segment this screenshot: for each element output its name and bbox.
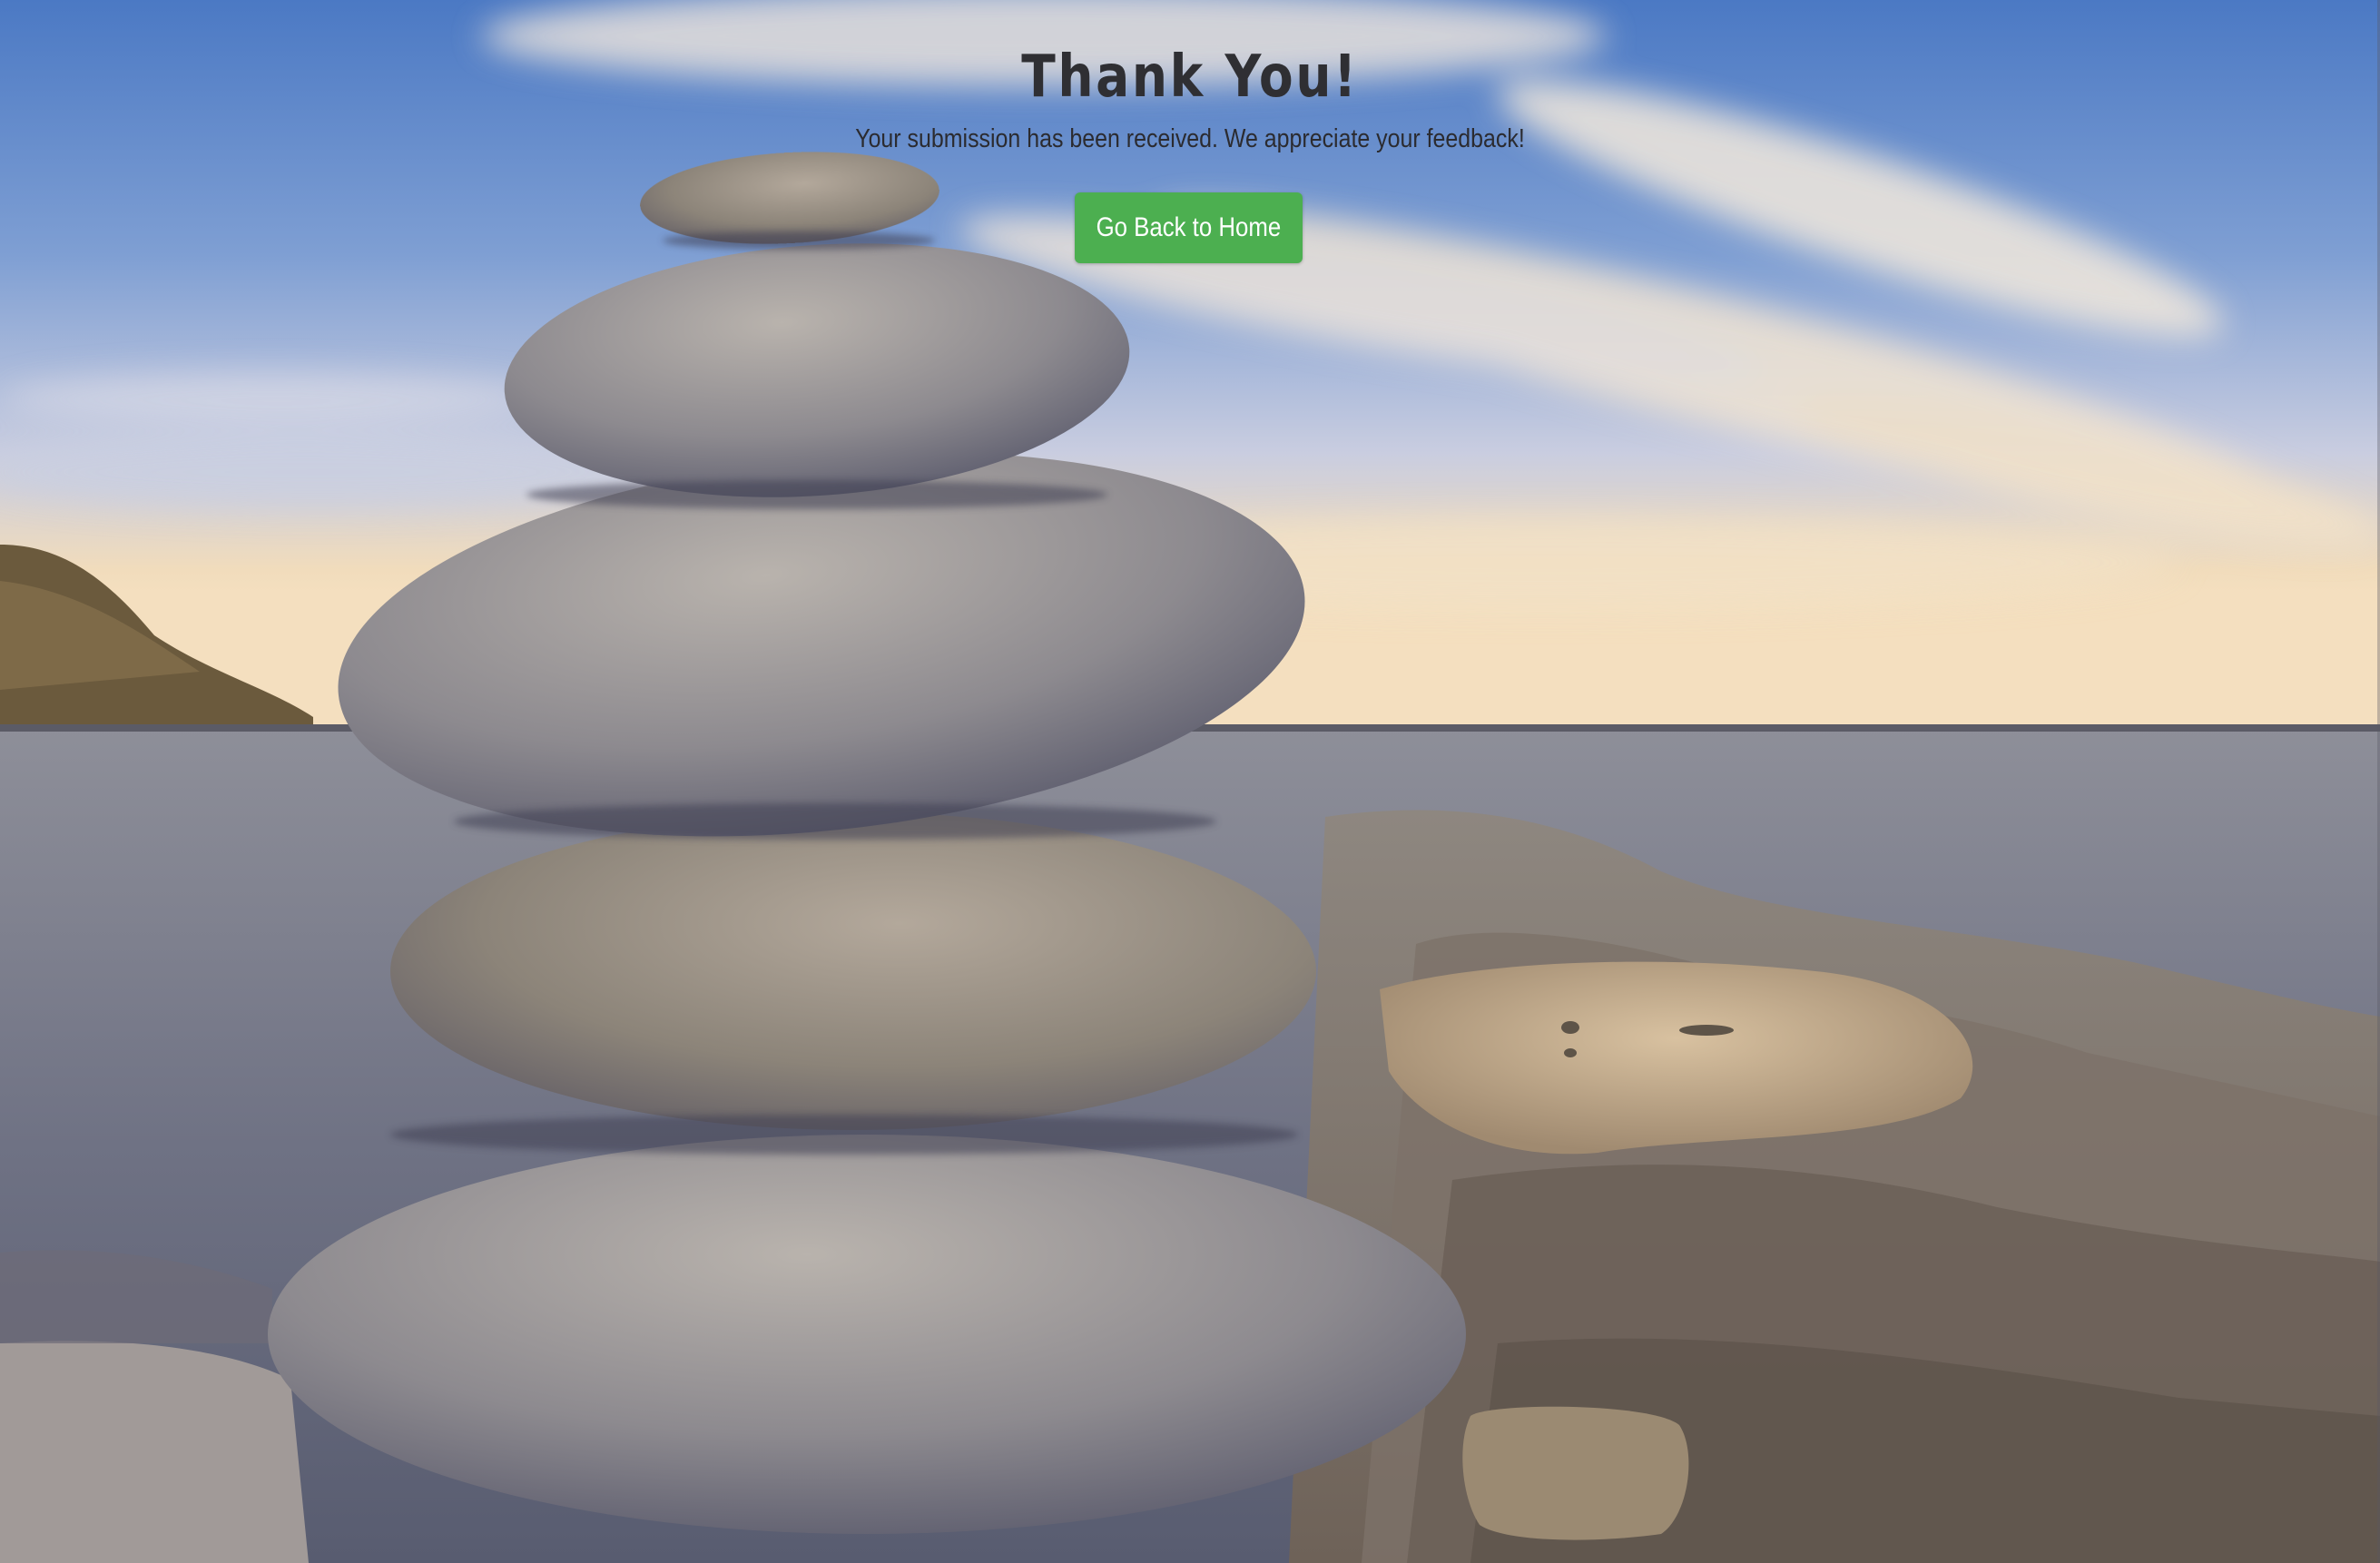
thank-you-page: Thank You! Your submission has been rece…: [0, 0, 2380, 1563]
go-back-home-button[interactable]: Go Back to Home: [1075, 192, 1303, 263]
go-back-home-label: Go Back to Home: [1096, 212, 1282, 242]
page-title: Thank You!: [1021, 44, 1359, 111]
confirmation-message: Your submission has been received. We ap…: [855, 124, 1525, 153]
